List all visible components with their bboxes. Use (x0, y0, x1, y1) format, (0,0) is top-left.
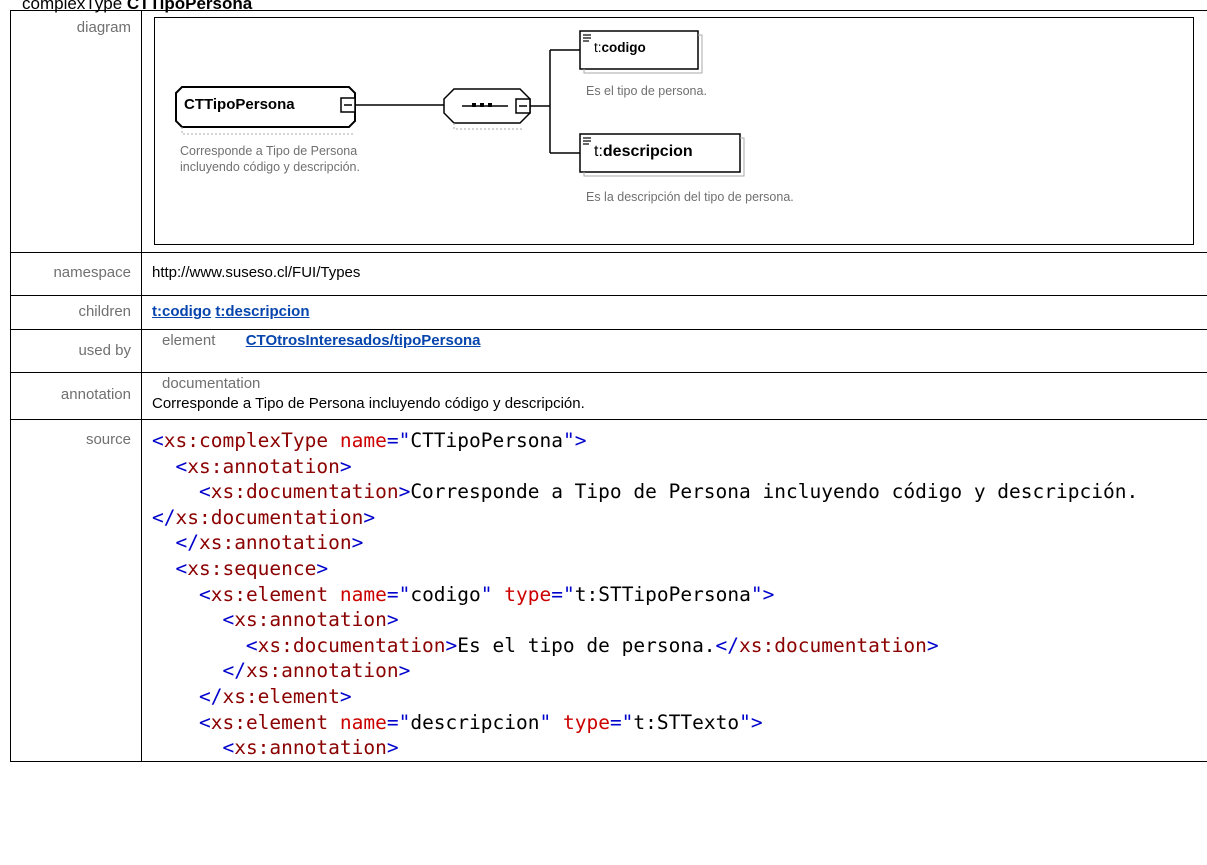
annotation-label: annotation (10, 372, 142, 420)
namespace-row: namespace http://www.suseso.cl/FUI/Types (10, 252, 1207, 296)
diagram-type-doc: Corresponde a Tipo de Persona incluyendo… (180, 144, 360, 174)
diagram-label: diagram (10, 10, 142, 253)
used-by-value: element CTOtrosInteresados/tipoPersona (141, 329, 1207, 373)
type-box-shadow (181, 127, 355, 135)
diagram-child2-doc: Es la descripción del tipo de persona. (586, 190, 794, 204)
source-row: source <xs:complexType name="CTTipoPerso… (10, 419, 1207, 762)
annotation-row: annotation documentation Corresponde a T… (10, 372, 1207, 420)
used-by-link[interactable]: CTOtrosInteresados/tipoPersona (246, 332, 481, 349)
child1-prefix: t: (594, 40, 602, 55)
source-label: source (10, 419, 142, 762)
diagram-row: diagram CTTipoPersona Corresponde a Tipo… (10, 10, 1207, 253)
doc-table: diagram CTTipoPersona Corresponde a Tipo… (10, 10, 1207, 762)
used-by-row: used by element CTOtrosInteresados/tipoP… (10, 329, 1207, 373)
schema-diagram: CTTipoPersona Corresponde a Tipo de Pers… (154, 17, 1194, 245)
annotation-kind: documentation (162, 375, 261, 392)
children-row: children t:codigo t:descripcion (10, 295, 1207, 330)
children-label: children (10, 295, 142, 330)
child-link-codigo[interactable]: t:codigo (152, 303, 211, 320)
diagram-child2-label: t:descripcion (594, 143, 693, 161)
diagram-cell: CTTipoPersona Corresponde a Tipo de Pers… (141, 10, 1207, 253)
source-code: <xs:complexType name="CTTipoPersona"> <x… (152, 429, 1139, 760)
children-value: t:codigo t:descripcion (141, 295, 1207, 330)
child1-name: codigo (601, 40, 646, 55)
annotation-text: Corresponde a Tipo de Persona incluyendo… (152, 395, 585, 412)
annotation-value: documentation Corresponde a Tipo de Pers… (141, 372, 1207, 420)
namespace-value: http://www.suseso.cl/FUI/Types (141, 252, 1207, 296)
source-value: <xs:complexType name="CTTipoPersona"> <x… (141, 419, 1207, 762)
namespace-label: namespace (10, 252, 142, 296)
diagram-child1-label: t:codigo (594, 40, 646, 55)
child2-name: descripcion (602, 143, 693, 160)
diagram-child1-doc: Es el tipo de persona. (586, 84, 707, 98)
used-by-label: used by (10, 329, 142, 373)
used-by-kind: element (162, 332, 216, 349)
diagram-svg (154, 17, 1194, 245)
diagram-type-name: CTTipoPersona (184, 96, 295, 113)
child2-prefix: t: (594, 143, 603, 160)
child-link-descripcion[interactable]: t:descripcion (215, 303, 309, 320)
